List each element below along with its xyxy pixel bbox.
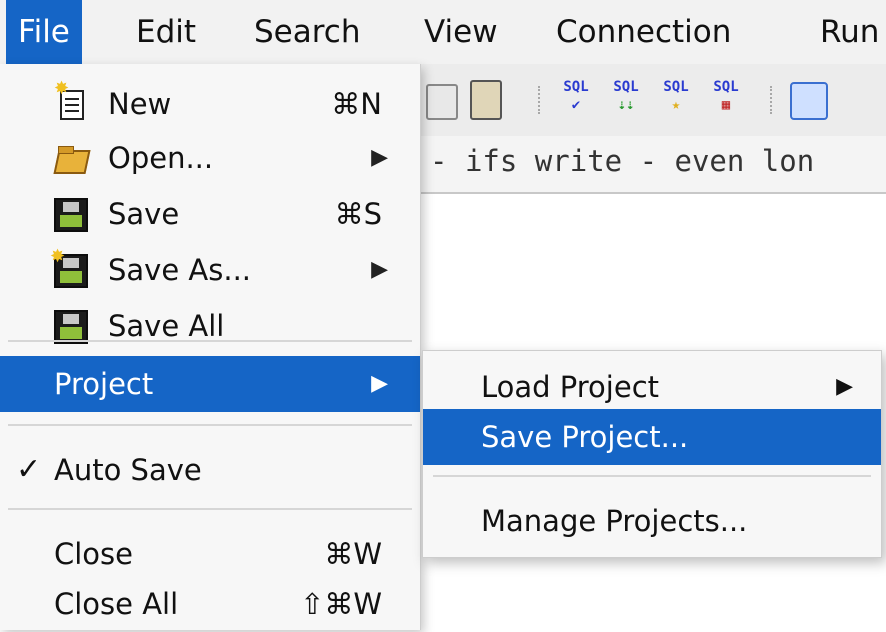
- menu-separator: [8, 424, 412, 426]
- menu-item-auto-save[interactable]: ✓ Auto Save: [0, 442, 420, 498]
- menu-item-label: Load Project: [481, 370, 660, 404]
- toolbar-separator: [538, 86, 542, 114]
- menu-separator: [8, 340, 412, 342]
- new-file-icon: ✸: [54, 78, 90, 122]
- menu-view[interactable]: View: [424, 0, 498, 64]
- menu-item-label: Auto Save: [54, 453, 202, 487]
- menu-item-save-project[interactable]: Save Project...: [423, 409, 881, 465]
- floppy-disk-icon: [54, 310, 90, 344]
- floppy-disk-icon: [54, 198, 90, 232]
- menu-item-project[interactable]: Project ▶: [0, 356, 420, 412]
- sql-run-icon[interactable]: SQL ✔: [556, 78, 596, 122]
- submenu-arrow-icon: ▶: [371, 145, 388, 170]
- menu-item-label: Save As...: [108, 253, 252, 287]
- menu-file[interactable]: File: [6, 0, 82, 64]
- project-submenu: Load Project ▶ Save Project... Manage Pr…: [422, 350, 882, 558]
- toolbar-separator: [770, 86, 774, 114]
- menu-item-label: Close All: [54, 587, 179, 621]
- file-menu: ✸ New ⌘N Open... ▶ Save ⌘S ✸ Save As... …: [0, 64, 421, 630]
- menu-item-label: Manage Projects...: [481, 504, 748, 538]
- menu-item-close-all[interactable]: Close All ⇧⌘W: [0, 576, 420, 632]
- sql-table-icon[interactable]: SQL ▦: [706, 78, 746, 122]
- menu-item-new[interactable]: ✸ New ⌘N: [0, 76, 420, 132]
- menu-edit[interactable]: Edit: [136, 0, 196, 64]
- menu-item-label: Save All: [108, 309, 225, 343]
- menu-item-close[interactable]: Close ⌘W: [0, 526, 420, 582]
- sql-explain-icon[interactable]: SQL ★: [656, 78, 696, 122]
- menu-item-manage-projects[interactable]: Manage Projects...: [423, 493, 881, 549]
- settings-icon[interactable]: [790, 82, 828, 120]
- menu-item-load-project[interactable]: Load Project ▶: [423, 359, 881, 415]
- paste-icon[interactable]: [470, 80, 502, 120]
- menu-item-label: Save Project...: [481, 420, 689, 454]
- menu-item-label: Close: [54, 537, 133, 571]
- menu-item-save[interactable]: Save ⌘S: [0, 186, 420, 242]
- menu-item-shortcut: ⌘S: [334, 197, 382, 231]
- menu-item-shortcut: ⌘N: [331, 87, 382, 121]
- menu-item-shortcut: ⌘W: [324, 537, 382, 571]
- checkmark-icon: ✓: [16, 452, 42, 487]
- submenu-arrow-icon: ▶: [836, 374, 853, 399]
- menu-separator: [433, 475, 871, 477]
- menu-separator: [8, 508, 412, 510]
- menu-item-open[interactable]: Open... ▶: [0, 130, 420, 186]
- menu-item-label: Project: [54, 367, 154, 401]
- menu-item-save-all[interactable]: Save All: [0, 298, 420, 354]
- menu-bar: File Edit Search View Connection Run: [0, 0, 886, 65]
- menu-run[interactable]: Run: [820, 0, 879, 64]
- folder-open-icon: [53, 142, 91, 176]
- copy-icon[interactable]: [426, 84, 458, 120]
- submenu-arrow-icon: ▶: [371, 371, 388, 396]
- menu-connection[interactable]: Connection: [556, 0, 731, 64]
- menu-item-label: New: [108, 87, 172, 121]
- menu-item-label: Save: [108, 197, 180, 231]
- floppy-disk-star-icon: ✸: [50, 246, 90, 288]
- menu-item-label: Open...: [108, 141, 214, 175]
- menu-item-save-as[interactable]: ✸ Save As... ▶: [0, 242, 420, 298]
- sql-step-icon[interactable]: SQL ⇣⇣: [606, 78, 646, 122]
- menu-item-shortcut: ⇧⌘W: [300, 587, 382, 621]
- submenu-arrow-icon: ▶: [371, 257, 388, 282]
- menu-search[interactable]: Search: [254, 0, 361, 64]
